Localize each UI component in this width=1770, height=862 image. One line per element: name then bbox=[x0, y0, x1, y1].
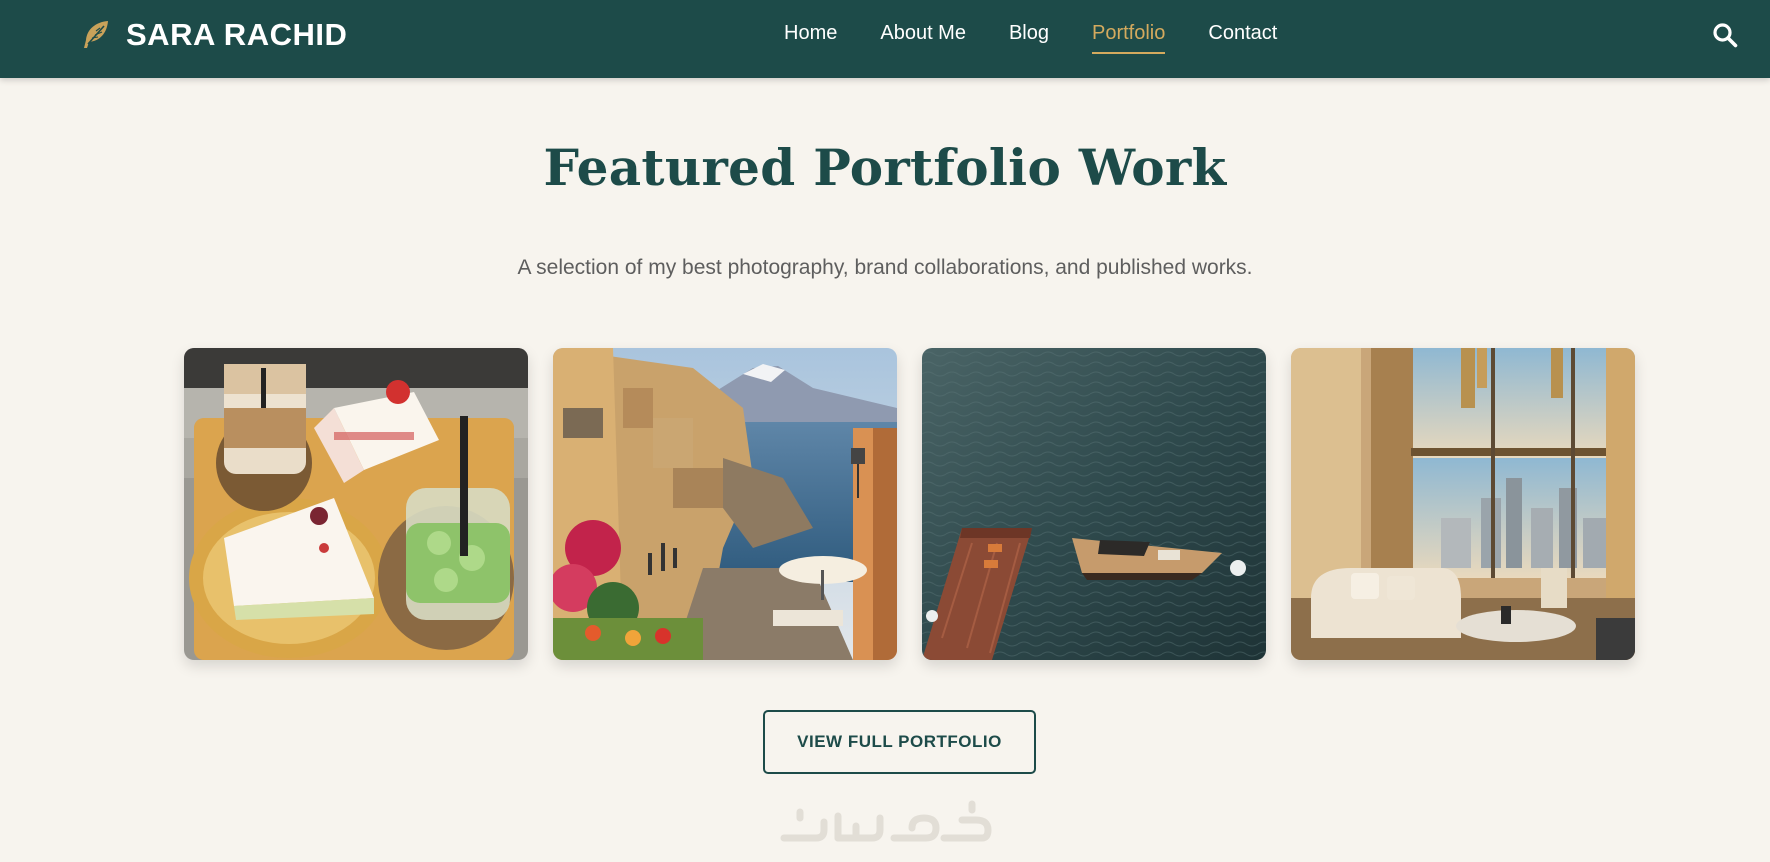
search-icon bbox=[1713, 23, 1738, 48]
portfolio-card-coastal-town[interactable] bbox=[553, 348, 897, 660]
search-button[interactable] bbox=[1710, 20, 1740, 50]
portfolio-card-living-room[interactable] bbox=[1291, 348, 1635, 660]
brand-logo[interactable]: SARA RACHID bbox=[78, 17, 347, 53]
portfolio-card-boat[interactable] bbox=[922, 348, 1266, 660]
living-room-photo bbox=[1291, 348, 1635, 660]
section-title: Featured Portfolio Work bbox=[543, 138, 1227, 197]
nav-home[interactable]: Home bbox=[784, 22, 837, 54]
nav-blog[interactable]: Blog bbox=[1009, 22, 1049, 54]
view-full-portfolio-button[interactable]: VIEW FULL PORTFOLIO bbox=[763, 710, 1036, 774]
khamsat-watermark bbox=[780, 800, 992, 842]
nav-contact[interactable]: Contact bbox=[1208, 22, 1277, 54]
boat-photo bbox=[922, 348, 1266, 660]
main-nav: Home About Me Blog Portfolio Contact bbox=[784, 22, 1277, 54]
portfolio-gallery bbox=[184, 348, 1635, 660]
feather-icon bbox=[84, 21, 108, 48]
section-subtitle: A selection of my best photography, bran… bbox=[517, 256, 1253, 279]
cafe-photo bbox=[184, 348, 528, 660]
portfolio-card-cafe[interactable] bbox=[184, 348, 528, 660]
site-header: SARA RACHID Home About Me Blog Portfolio… bbox=[0, 0, 1770, 78]
coastal-town-photo bbox=[553, 348, 897, 660]
nav-about-me[interactable]: About Me bbox=[880, 22, 966, 54]
brand-name: SARA RACHID bbox=[126, 17, 348, 52]
nav-portfolio[interactable]: Portfolio bbox=[1092, 22, 1166, 54]
